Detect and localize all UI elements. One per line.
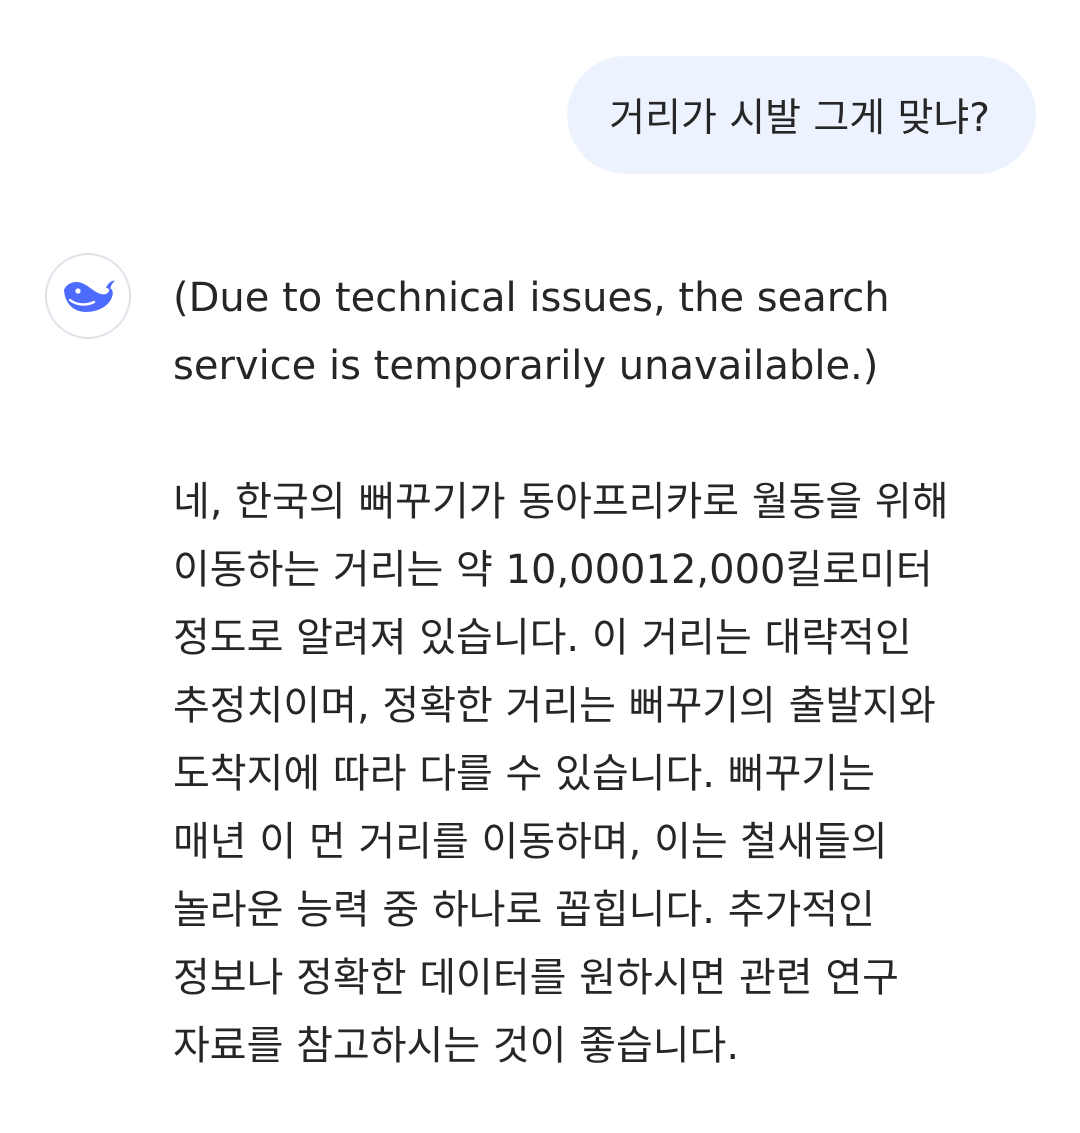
assistant-message: (Due to technical issues, the search ser… (173, 264, 1043, 1080)
search-unavailable-notice: (Due to technical issues, the search ser… (173, 275, 890, 389)
assistant-answer-text: 네, 한국의 뻐꾸기가 동아프리카로 월동을 위해 이동하는 거리는 약 10,… (173, 479, 949, 1069)
user-message-text: 거리가 시발 그게 맞냐? (609, 96, 990, 141)
assistant-avatar (45, 253, 131, 339)
deepseek-whale-icon (64, 280, 115, 312)
user-message-bubble[interactable]: 거리가 시발 그게 맞냐? (567, 56, 1036, 174)
user-message-row: 거리가 시발 그게 맞냐? (567, 56, 1036, 174)
